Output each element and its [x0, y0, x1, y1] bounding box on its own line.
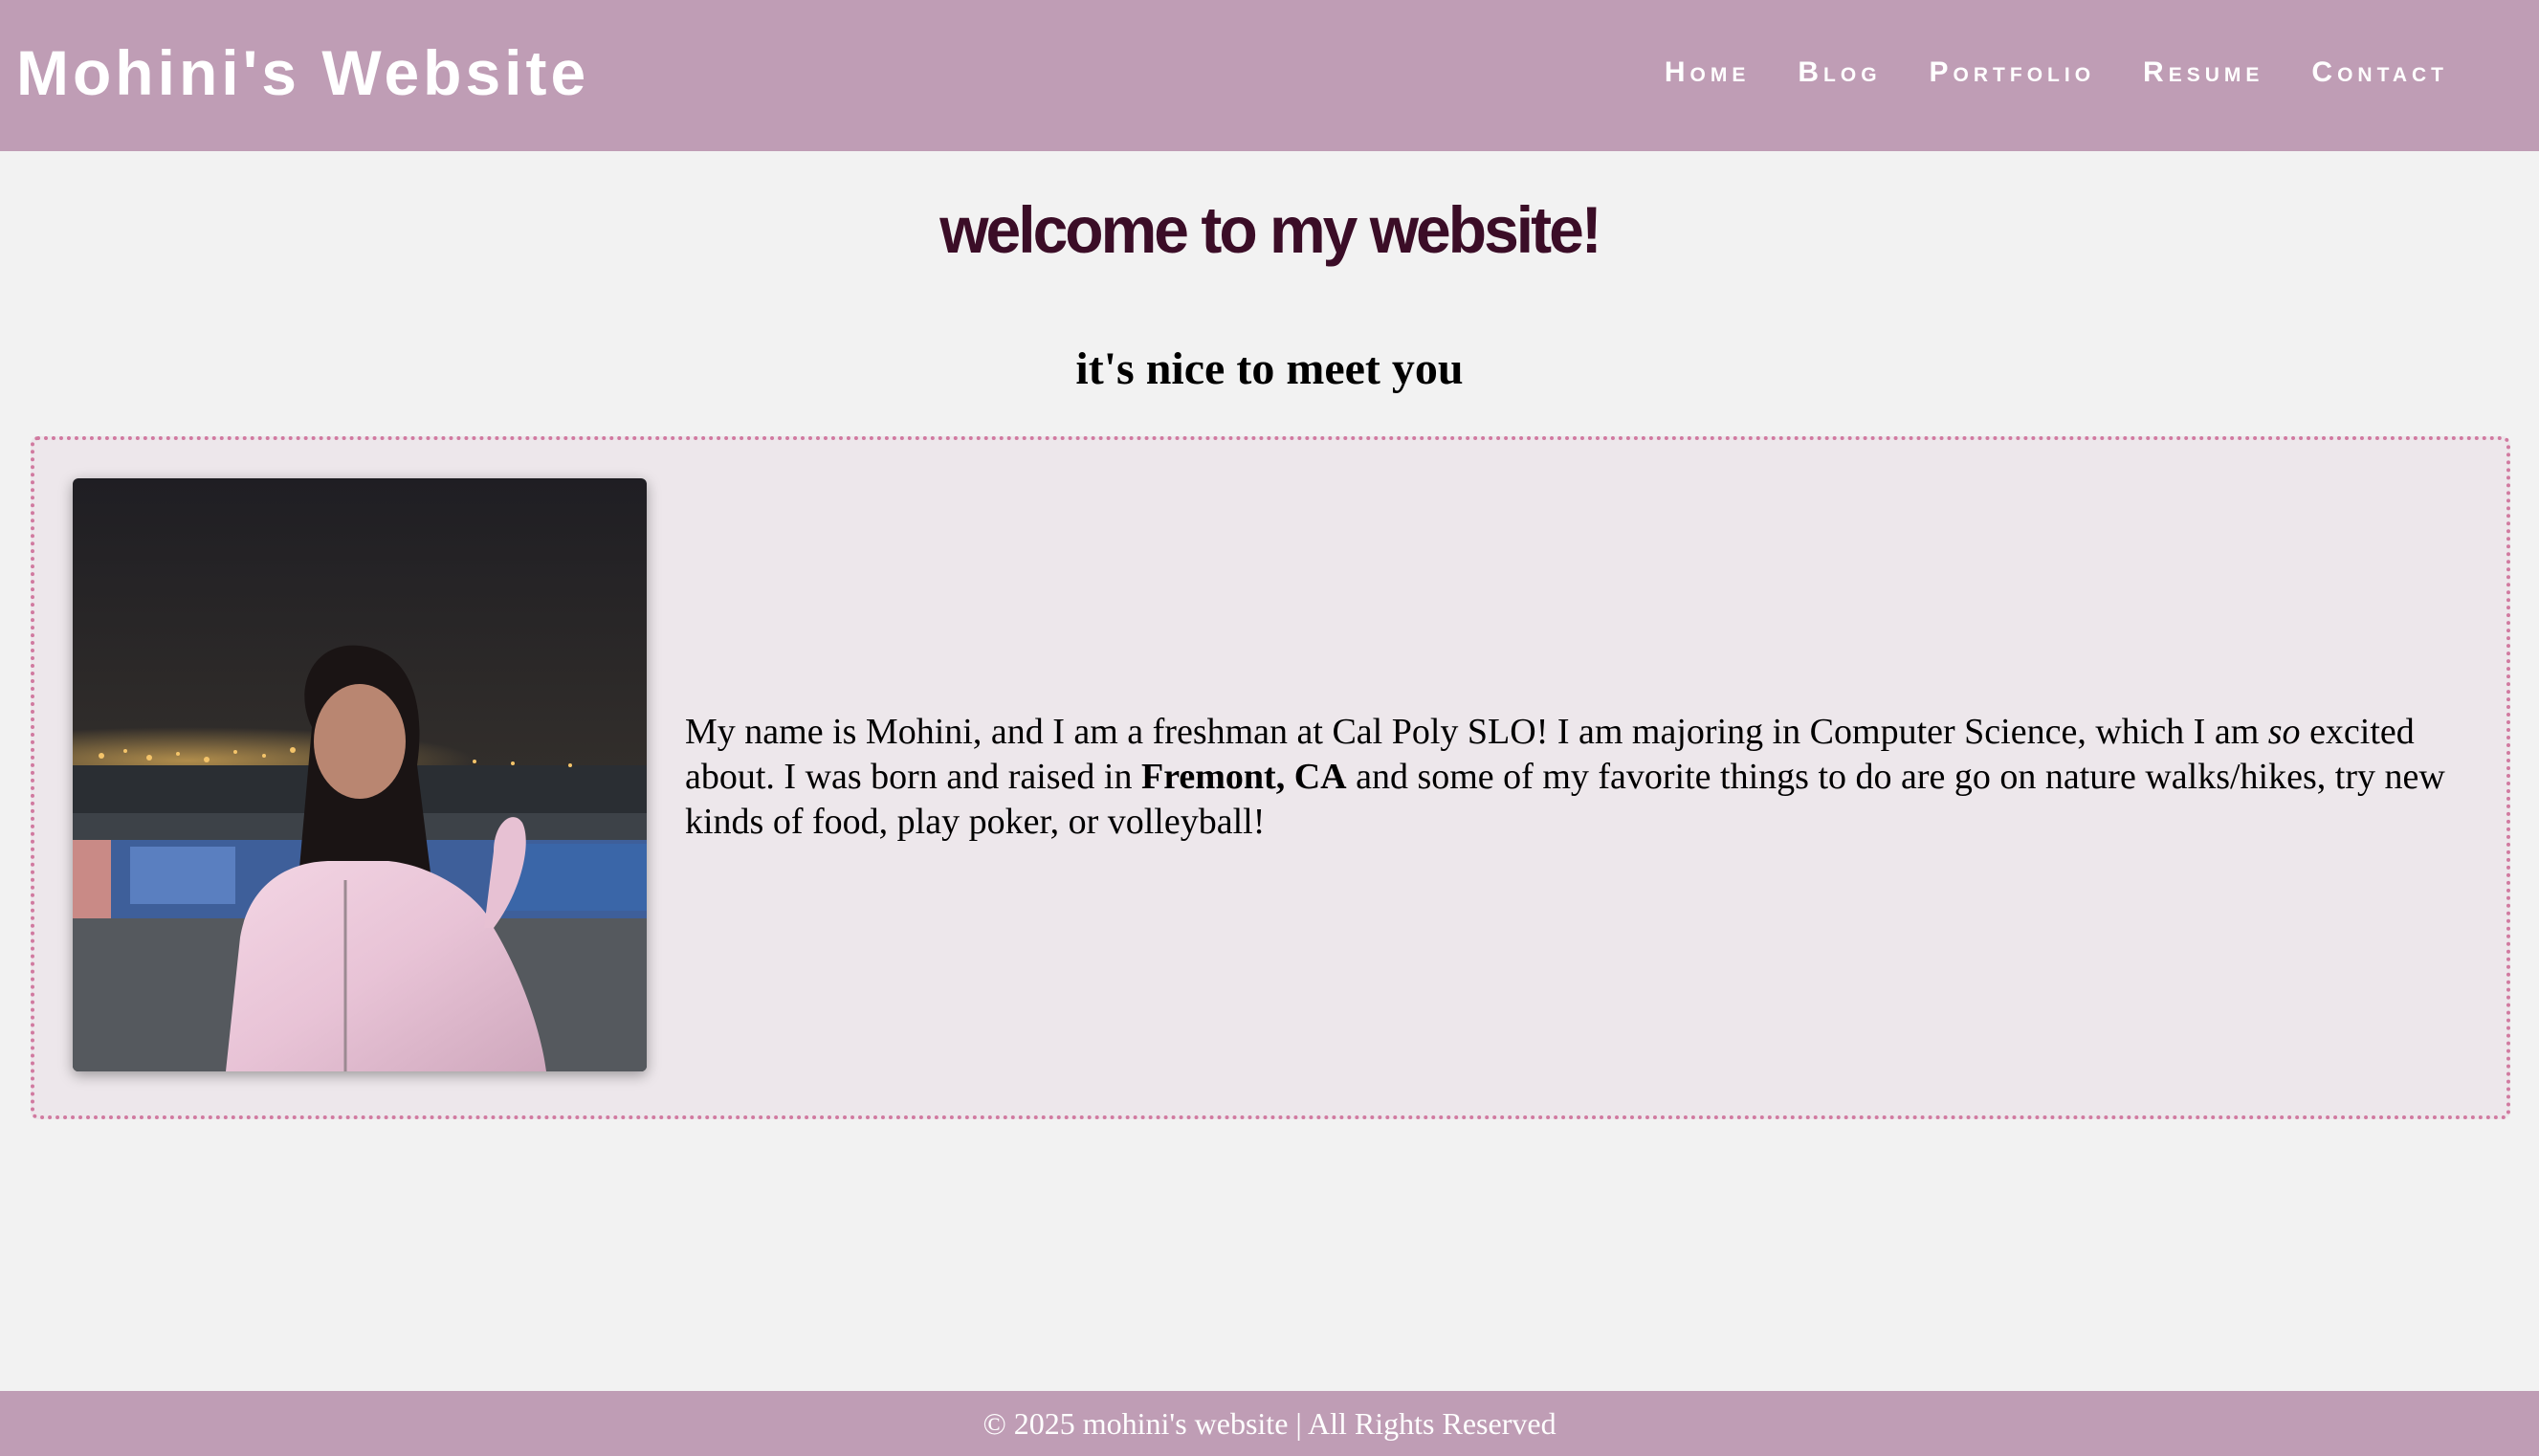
nav-portfolio-link[interactable]: Portfolio	[1906, 54, 2120, 92]
site-footer: © 2025 mohini's website | All Rights Res…	[0, 1391, 2539, 1456]
bio-hometown: Fremont, CA	[1141, 757, 1347, 797]
site-title[interactable]: Mohini's Website	[16, 36, 589, 109]
footer-copyright: © 2025 mohini's website | All Rights Res…	[982, 1406, 1557, 1441]
bio-text-1: My name is Mohini, and I am a freshman a…	[685, 712, 2268, 752]
nav-resume-link[interactable]: Resume	[2119, 54, 2287, 92]
site-header: Mohini's Website Home Blog Portfolio Res…	[0, 0, 2539, 151]
nav-contact-link[interactable]: Contact	[2287, 54, 2472, 92]
nav-blog-link[interactable]: Blog	[1774, 54, 1905, 92]
bio-emphasis: so	[2267, 712, 2301, 752]
profile-photo	[73, 478, 647, 1071]
main-nav: Home Blog Portfolio Resume Contact	[1641, 54, 2472, 92]
welcome-heading: welcome to my website!	[939, 192, 1602, 267]
bio-paragraph: My name is Mohini, and I am a freshman a…	[685, 710, 2445, 845]
nav-home-link[interactable]: Home	[1641, 54, 1775, 92]
subtitle-heading: it's nice to meet you	[1075, 343, 1464, 394]
about-card: My name is Mohini, and I am a freshman a…	[31, 436, 2510, 1119]
